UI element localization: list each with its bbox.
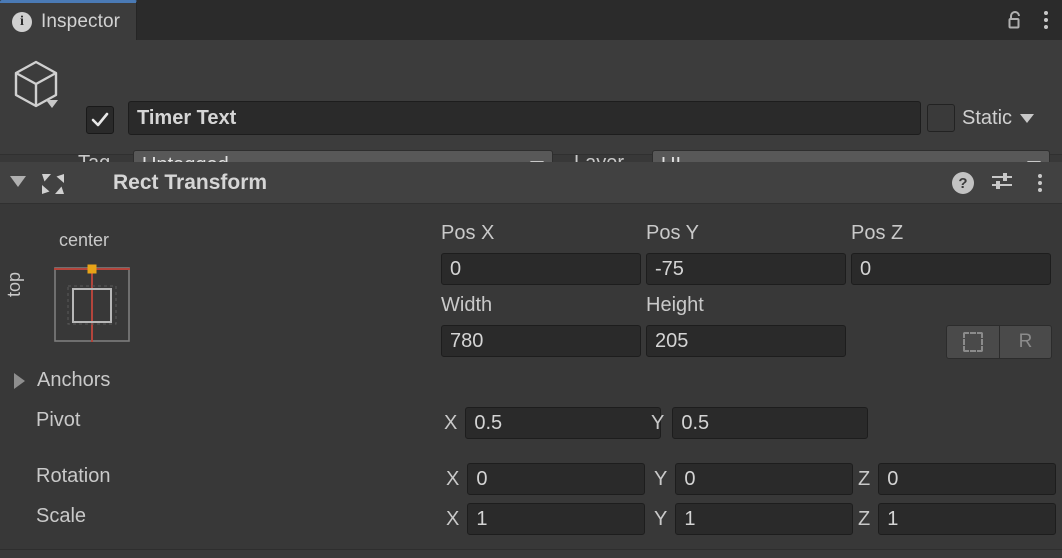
rotation-label: Rotation xyxy=(36,465,111,487)
chevron-down-icon xyxy=(1020,113,1035,123)
tab-bar: i Inspector xyxy=(0,0,1062,40)
rotation-z-value: 0 xyxy=(887,467,899,490)
pivot-x-axis-label: X xyxy=(444,411,458,434)
scale-label: Scale xyxy=(36,505,87,527)
foldout-expanded-icon[interactable] xyxy=(10,176,26,187)
rotation-x-axis-label: X xyxy=(446,467,460,490)
check-icon xyxy=(91,112,109,127)
pivot-x-input[interactable]: 0.5 xyxy=(465,407,662,439)
blueprint-mode-icon xyxy=(963,332,983,352)
anchors-label: Anchors xyxy=(37,369,111,391)
scale-x-value: 1 xyxy=(476,507,488,530)
gameobject-enabled-checkbox[interactable] xyxy=(86,106,114,134)
pos-y-field: Pos Y -75 xyxy=(646,222,846,285)
inspector-window: i Inspector Timer Text Static Rect Trans… xyxy=(0,0,1062,558)
scale-y-axis-label: Y xyxy=(654,507,668,530)
rotation-y-field: Y 0 xyxy=(654,463,854,495)
rotation-z-field: Z 0 xyxy=(858,463,1057,495)
pos-y-input[interactable]: -75 xyxy=(646,253,846,285)
info-icon: i xyxy=(12,11,32,32)
pivot-label-wrap: Pivot xyxy=(36,409,80,432)
height-label: Height xyxy=(646,294,704,316)
pos-z-label: Pos Z xyxy=(851,222,904,244)
pos-x-value: 0 xyxy=(450,257,462,280)
scale-z-field: Z 1 xyxy=(858,503,1057,535)
height-value: 205 xyxy=(655,329,689,352)
anchors-foldout[interactable]: Anchors xyxy=(14,369,110,392)
foldout-collapsed-icon[interactable] xyxy=(14,372,25,389)
pivot-y-input[interactable]: 0.5 xyxy=(672,407,869,439)
raw-mode-button[interactable]: R xyxy=(999,326,1051,358)
pivot-label: Pivot xyxy=(36,409,81,431)
rotation-y-axis-label: Y xyxy=(654,467,668,490)
anchor-horizontal-label: center xyxy=(58,230,110,250)
scale-label-wrap: Scale xyxy=(36,505,86,528)
width-value: 780 xyxy=(450,329,484,352)
tab-bar-actions xyxy=(1004,0,1056,40)
pivot-x-value: 0.5 xyxy=(474,411,503,434)
rotation-label-wrap: Rotation xyxy=(36,465,111,488)
help-icon[interactable]: ? xyxy=(952,172,974,194)
static-checkbox[interactable] xyxy=(927,104,955,132)
scale-x-axis-label: X xyxy=(446,507,460,530)
rotation-y-input[interactable]: 0 xyxy=(675,463,854,495)
rect-transform-icon xyxy=(40,172,66,196)
pos-x-field: Pos X 0 xyxy=(441,222,641,285)
rotation-x-value: 0 xyxy=(476,467,488,490)
pos-y-value: -75 xyxy=(655,257,684,280)
chevron-down-icon[interactable] xyxy=(46,100,58,108)
rect-transform-body: center top Pos X 0 Pos Y -75 Pos Z 0 Wid… xyxy=(0,204,1062,554)
rect-transform-header[interactable]: Rect Transform ? xyxy=(0,162,1062,204)
pos-y-label: Pos Y xyxy=(646,222,699,244)
scale-y-value: 1 xyxy=(684,507,696,530)
component-header-actions: ? xyxy=(952,162,1050,204)
rotation-z-input[interactable]: 0 xyxy=(878,463,1057,495)
rotation-z-axis-label: Z xyxy=(858,467,871,490)
pos-z-field: Pos Z 0 xyxy=(851,222,1051,285)
gameobject-header: Timer Text Static Tag Untagged Layer UI xyxy=(0,40,1062,180)
anchor-preset-widget[interactable]: center top xyxy=(4,216,154,346)
gameobject-name-input[interactable]: Timer Text xyxy=(128,101,921,135)
anchor-preview xyxy=(50,260,134,342)
bottom-strip xyxy=(0,550,1062,558)
anchor-vertical-label: top xyxy=(4,271,25,298)
static-dropdown[interactable]: Static xyxy=(962,104,1035,132)
scale-y-input[interactable]: 1 xyxy=(675,503,854,535)
pos-x-label: Pos X xyxy=(441,222,495,244)
pivot-y-field: Y 0.5 xyxy=(651,407,869,439)
rect-transform-title: Rect Transform xyxy=(113,171,268,194)
scale-z-input[interactable]: 1 xyxy=(878,503,1057,535)
scale-z-axis-label: Z xyxy=(858,507,871,530)
scale-y-field: Y 1 xyxy=(654,503,854,535)
pivot-y-value: 0.5 xyxy=(681,411,710,434)
rect-mode-buttons: R xyxy=(946,325,1052,359)
pos-z-input[interactable]: 0 xyxy=(851,253,1051,285)
pos-z-value: 0 xyxy=(860,257,872,280)
width-field: Width 780 xyxy=(441,294,641,357)
preset-settings-icon[interactable] xyxy=(990,170,1014,197)
gameobject-name-value: Timer Text xyxy=(137,106,237,129)
scale-x-field: X 1 xyxy=(446,503,646,535)
kebab-menu-icon[interactable] xyxy=(1036,9,1056,31)
raw-mode-label: R xyxy=(1018,331,1033,352)
tab-inspector-label: Inspector xyxy=(41,10,121,32)
pivot-y-axis-label: Y xyxy=(651,411,665,434)
width-label: Width xyxy=(441,294,493,316)
gameobject-icon-wrap[interactable] xyxy=(8,56,64,118)
pos-x-input[interactable]: 0 xyxy=(441,253,641,285)
rotation-x-input[interactable]: 0 xyxy=(467,463,646,495)
scale-x-input[interactable]: 1 xyxy=(467,503,646,535)
rotation-y-value: 0 xyxy=(684,467,696,490)
static-label: Static xyxy=(962,106,1013,129)
rotation-x-field: X 0 xyxy=(446,463,646,495)
height-input[interactable]: 205 xyxy=(646,325,846,357)
pivot-x-field: X 0.5 xyxy=(444,407,662,439)
tab-inspector[interactable]: i Inspector xyxy=(0,0,138,40)
blueprint-mode-button[interactable] xyxy=(947,326,999,358)
scale-z-value: 1 xyxy=(887,507,899,530)
kebab-menu-icon[interactable] xyxy=(1030,172,1050,194)
width-input[interactable]: 780 xyxy=(441,325,641,357)
lock-open-icon[interactable] xyxy=(1004,9,1026,31)
height-field: Height 205 xyxy=(646,294,846,357)
